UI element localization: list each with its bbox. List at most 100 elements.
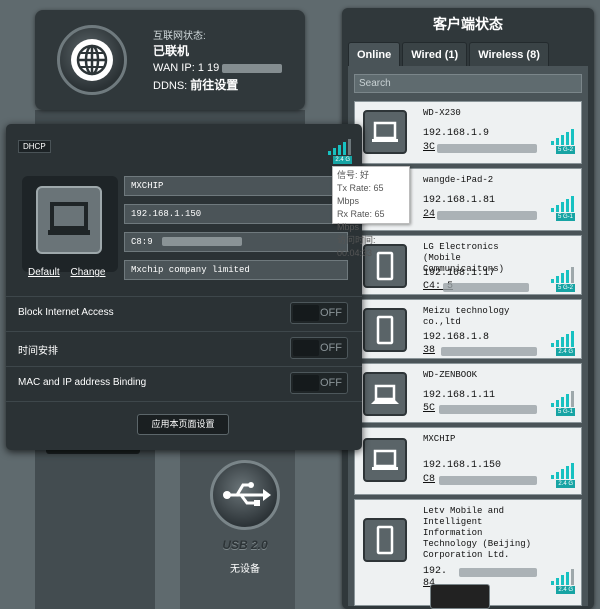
globe-icon: [57, 25, 127, 95]
laptop-icon: [363, 110, 407, 154]
band-badge: 5 G-2: [555, 146, 575, 154]
icon-links: Default Change: [28, 267, 114, 278]
redacted-mask: [443, 283, 529, 292]
redacted-mask: [459, 568, 537, 577]
client-detail-panel: DHCP 2.4 G Default Change MXCHIP 192.168…: [6, 124, 362, 450]
band-badge: 2.4 G: [556, 480, 575, 488]
tooltip-rx-rate: Rx Rate: 65 Mbps: [337, 209, 385, 232]
band-badge: 2.4 G: [556, 586, 575, 594]
usb-device-status: 无设备: [230, 564, 260, 575]
band-badge: 5 G-1: [555, 213, 575, 221]
signal-strength-icon: 5 G-2: [549, 266, 575, 292]
band-badge: 2.4 G: [556, 348, 575, 356]
block-internet-label: Block Internet Access: [18, 307, 114, 318]
laptop-icon: [363, 372, 407, 416]
schedule-label: 时间安排: [18, 346, 58, 357]
client-ip: 192.168.1.9: [423, 128, 490, 139]
client-ip: 192.168.1.11: [423, 390, 496, 401]
apply-settings-button[interactable]: 应用本页面设置: [137, 414, 229, 435]
signal-tooltip: 信号: 好 Tx Rate: 65 Mbps Rx Rate: 65 Mbps …: [332, 166, 410, 258]
client-card[interactable]: WD-X230 192.168.1.9 3C 5 G-2: [354, 101, 582, 164]
client-mac[interactable]: C8: [423, 474, 435, 485]
client-name: Letv Mobile and Intelligent Information …: [423, 506, 532, 560]
redacted-mask: [439, 476, 537, 485]
mac-ip-binding-toggle[interactable]: OFF: [290, 372, 348, 394]
signal-strength-icon: 5 G-2: [549, 128, 575, 154]
redacted-mask: [437, 144, 537, 153]
dhcp-badge: DHCP: [18, 140, 51, 153]
client-card[interactable]: WD-ZENBOOK 192.168.1.11 5C 5 G-1: [354, 363, 582, 423]
tooltip-signal: 信号: 好: [337, 170, 370, 180]
divider: [6, 296, 362, 297]
client-mac[interactable]: 38: [423, 345, 435, 356]
redacted-mask: [441, 347, 537, 356]
usb-icon[interactable]: [210, 460, 280, 530]
client-card[interactable]: Meizu technology co.,ltd 192.168.1.8 38 …: [354, 299, 582, 359]
redacted-mask: [437, 211, 537, 220]
signal-strength-icon: 2.4 G: [549, 330, 575, 356]
change-icon-link[interactable]: Change: [70, 267, 105, 278]
redacted-mask: [439, 405, 537, 414]
signal-strength-icon: 2.4 G: [549, 568, 575, 594]
signal-strength-icon: 5 G-1: [549, 195, 575, 221]
block-internet-toggle[interactable]: OFF: [290, 302, 348, 324]
band-badge: 2.4 G: [333, 156, 352, 164]
mac-address-value: C8:9: [131, 237, 153, 247]
client-ip: 192.168.1.81: [423, 195, 496, 206]
device-name-field[interactable]: MXCHIP: [124, 176, 348, 196]
client-panel-button[interactable]: [430, 584, 490, 609]
client-ip: 192.: [423, 566, 448, 577]
toggle-state: OFF: [320, 377, 342, 389]
usb-label: USB 2.0: [222, 538, 268, 552]
tab-wired[interactable]: Wired (1): [402, 42, 468, 67]
laptop-icon[interactable]: [36, 186, 102, 254]
divider: [6, 401, 362, 402]
wan-ip-value: 1 19: [197, 62, 220, 74]
client-ip: 192.168.1.8: [423, 332, 490, 343]
tab-wireless[interactable]: Wireless (8): [469, 42, 549, 67]
internet-status-label: 互联网状态:: [153, 31, 206, 42]
client-mac[interactable]: 24: [423, 209, 435, 220]
client-card[interactable]: MXCHIP 192.168.1.150 C8 2.4 G: [354, 427, 582, 495]
redacted-mask: [162, 237, 243, 247]
toggle-state: OFF: [320, 342, 342, 354]
internet-status-value: 已联机: [153, 44, 190, 58]
background-connector: [35, 110, 305, 124]
mac-address-field: C8:9: [124, 232, 348, 252]
band-badge: 5 G-2: [555, 284, 575, 292]
ip-address-field[interactable]: 192.168.1.150: [124, 204, 348, 224]
wan-ip-label: WAN IP:: [153, 62, 195, 74]
client-name: WD-X230: [423, 108, 461, 118]
client-ip: 192.168.1.17: [423, 268, 496, 279]
default-icon-link[interactable]: Default: [28, 267, 60, 278]
client-name: WD-ZENBOOK: [423, 370, 478, 380]
redacted-mask: [222, 63, 283, 73]
client-name: Meizu technology co.,ltd: [423, 306, 510, 327]
ddns-label: DDNS:: [153, 80, 188, 92]
signal-strength-icon: 5 G-1: [549, 390, 575, 416]
ddns-link[interactable]: 前往设置: [190, 78, 238, 92]
search-input[interactable]: [354, 74, 582, 93]
client-name: MXCHIP: [423, 434, 456, 444]
client-name: wangde-iPad-2: [423, 175, 494, 185]
signal-strength-icon[interactable]: 2.4 G: [326, 138, 352, 164]
vendor-field: Mxchip company limited: [124, 260, 348, 280]
internet-status-card[interactable]: 互联网状态: 已联机 WAN IP: 1 19 DDNS: 前往设置: [35, 10, 305, 110]
laptop-icon: [363, 438, 407, 482]
client-tabs: Online Wired (1) Wireless (8): [348, 42, 551, 67]
tooltip-tx-rate: Tx Rate: 65 Mbps: [337, 183, 384, 206]
schedule-toggle[interactable]: OFF: [290, 337, 348, 359]
phone-icon: [363, 308, 407, 352]
phone-icon: [363, 518, 407, 562]
band-badge: 5 G-1: [555, 408, 575, 416]
divider: [6, 366, 362, 367]
client-list: WD-X230 192.168.1.9 3C 5 G-2 wangde-iPad…: [348, 66, 588, 606]
client-ip: 192.168.1.150: [423, 460, 502, 471]
client-mac[interactable]: 3C: [423, 142, 435, 153]
client-status-panel: 客户端状态 Online Wired (1) Wireless (8) WD-X…: [342, 8, 594, 609]
tab-online[interactable]: Online: [348, 42, 401, 67]
toggle-state: OFF: [320, 307, 342, 319]
signal-strength-icon: 2.4 G: [549, 462, 575, 488]
client-mac[interactable]: 5C: [423, 403, 435, 414]
device-icon-frame: [22, 176, 118, 272]
